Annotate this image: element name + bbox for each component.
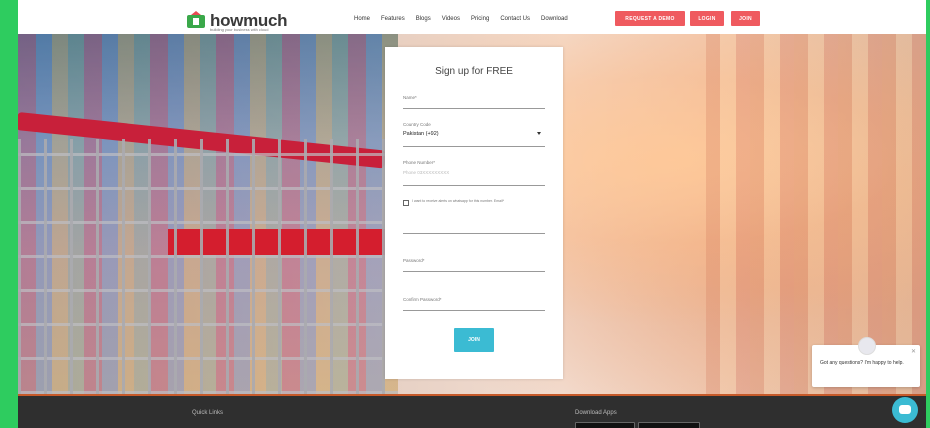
confirm-password-label: Confirm Password*	[403, 297, 442, 302]
email-field[interactable]	[403, 210, 545, 234]
whatsapp-alert-text: I want to receive alerts on whatsapp for…	[412, 199, 505, 203]
join-nav-button[interactable]: JOIN	[731, 11, 760, 26]
chat-launcher-button[interactable]	[892, 397, 918, 423]
whatsapp-alert-row: I want to receive alerts on whatsapp for…	[403, 199, 545, 206]
nav-download[interactable]: Download	[541, 14, 568, 24]
name-field[interactable]: Name*	[403, 95, 545, 109]
cart-wire-image	[18, 139, 398, 394]
join-button[interactable]: JOIN	[454, 328, 494, 352]
chat-bubble-icon	[899, 405, 911, 414]
app-store-badge[interactable]	[575, 422, 635, 428]
brand-name: howmuch	[210, 10, 288, 30]
chat-popup[interactable]: ✕ Got any questions? I'm happy to help.	[812, 337, 920, 387]
signup-form: Sign up for FREE Name* Country Code Paki…	[385, 47, 563, 379]
phone-number-field[interactable]: Phone Number* Phone 03XXXXXXXXX	[403, 160, 545, 186]
main-nav: Home Features Blogs Videos Pricing Conta…	[354, 14, 579, 24]
close-icon[interactable]: ✕	[911, 348, 916, 355]
password-field[interactable]: Password*	[403, 258, 545, 272]
chat-message: Got any questions? I'm happy to help.	[820, 360, 904, 366]
google-play-badge[interactable]	[638, 422, 700, 428]
dropdown-caret-icon	[537, 132, 541, 135]
name-label: Name*	[403, 95, 417, 100]
nav-contact-us[interactable]: Contact Us	[500, 14, 530, 24]
browser-page: howmuch building your business with clou…	[18, 0, 926, 428]
login-button[interactable]: LOGIN	[690, 11, 724, 26]
password-label: Password*	[403, 258, 425, 263]
nav-home[interactable]: Home	[354, 14, 370, 24]
country-code-value: Pakistan (+92)	[403, 131, 439, 137]
logo[interactable]: howmuch building your business with clou…	[186, 10, 288, 32]
nav-videos[interactable]: Videos	[442, 14, 460, 24]
phone-number-placeholder: Phone 03XXXXXXXXX	[403, 170, 450, 175]
nav-features[interactable]: Features	[381, 14, 405, 24]
country-code-select[interactable]: Country Code Pakistan (+92)	[403, 122, 545, 147]
country-code-label: Country Code	[403, 122, 431, 127]
whatsapp-alert-checkbox[interactable]	[403, 200, 409, 206]
phone-number-label: Phone Number*	[403, 160, 436, 165]
form-title: Sign up for FREE	[435, 66, 513, 77]
brand-tagline: building your business with cloud	[210, 27, 269, 32]
nav-pricing[interactable]: Pricing	[471, 14, 489, 24]
logo-icon	[186, 10, 206, 30]
site-header: howmuch building your business with clou…	[18, 6, 926, 34]
download-apps-heading: Download Apps	[575, 410, 617, 416]
shelf-right-image	[706, 34, 926, 394]
chat-avatar	[858, 337, 876, 355]
site-footer: Quick Links Download Apps	[18, 394, 926, 428]
quick-links-heading: Quick Links	[192, 410, 224, 416]
nav-blogs[interactable]: Blogs	[416, 14, 431, 24]
confirm-password-field[interactable]: Confirm Password*	[403, 297, 545, 311]
request-demo-button[interactable]: REQUEST A DEMO	[615, 11, 685, 26]
